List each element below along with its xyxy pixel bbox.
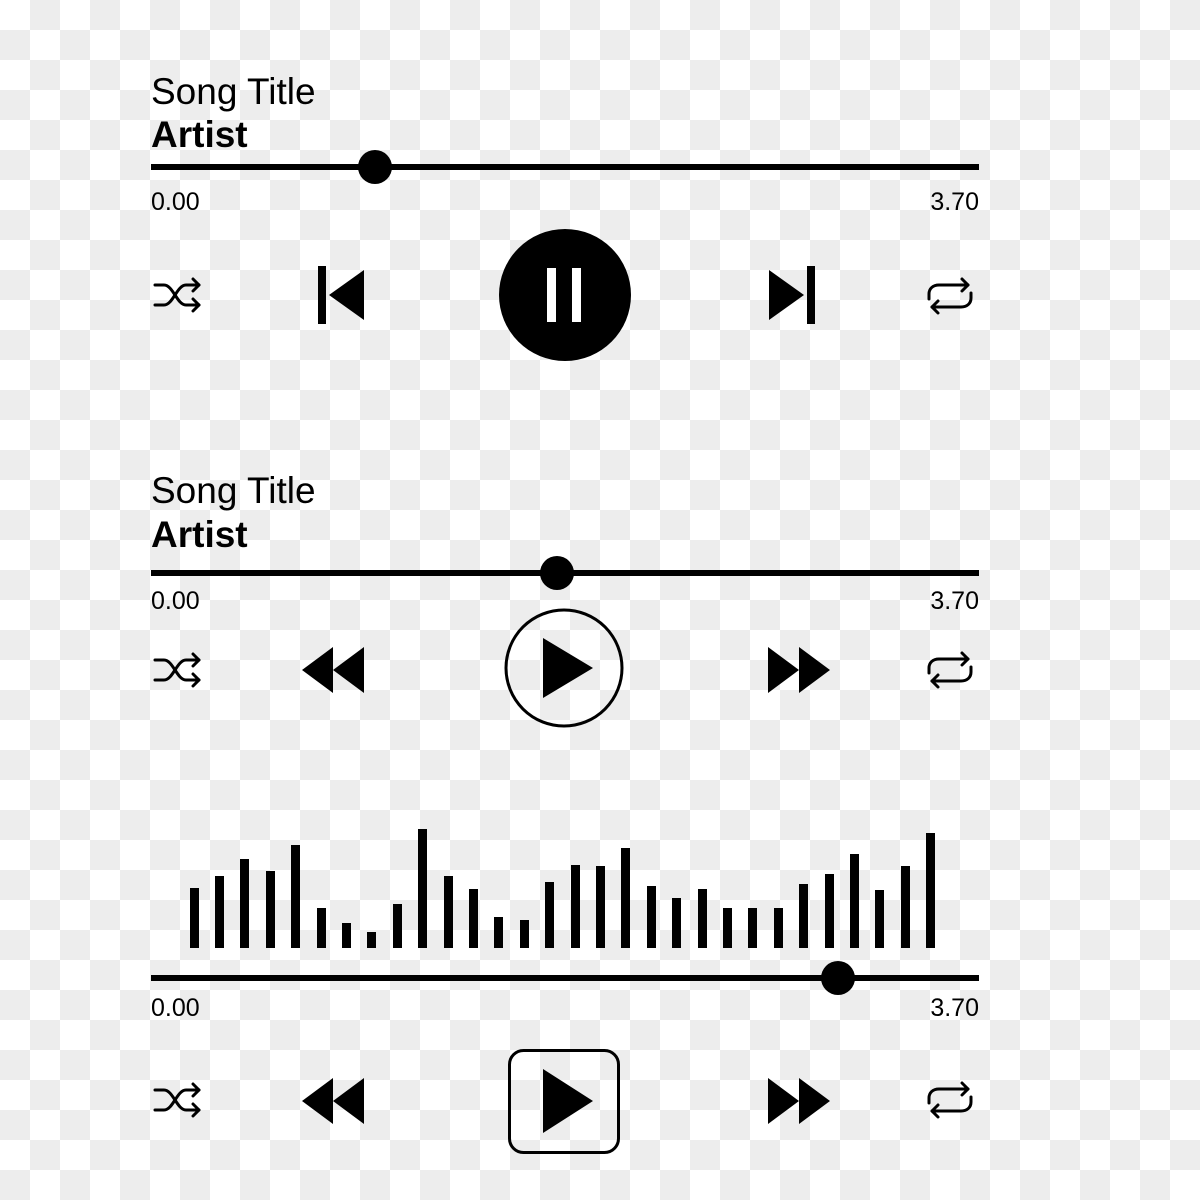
waveform-bar <box>799 884 809 948</box>
current-time: 0.00 <box>151 994 200 1022</box>
waveform-bar <box>773 908 783 948</box>
song-title: Song Title <box>151 470 316 511</box>
play-circle-icon <box>504 608 624 728</box>
waveform-bar <box>519 920 529 948</box>
shuffle-button[interactable] <box>153 277 203 313</box>
shuffle-icon <box>153 1082 201 1118</box>
play-square-icon <box>508 1049 620 1154</box>
pause-button[interactable] <box>499 229 631 361</box>
total-time: 3.70 <box>930 188 979 216</box>
progress-knob[interactable] <box>357 150 392 184</box>
shuffle-icon <box>153 277 201 313</box>
waveform-bar <box>621 848 631 948</box>
audio-waveform <box>185 826 945 948</box>
repeat-button[interactable] <box>925 1080 975 1120</box>
total-time: 3.70 <box>930 994 979 1022</box>
rewind-button[interactable] <box>301 1077 365 1125</box>
fast-forward-button[interactable] <box>767 1077 831 1125</box>
waveform-bar <box>240 859 250 948</box>
music-player: Song Title Artist 0.00 3.70 <box>0 60 1200 380</box>
waveform-bar <box>570 865 580 948</box>
rewind-icon <box>302 1078 364 1124</box>
song-title: Song Title <box>151 71 316 112</box>
waveform-bar <box>265 871 275 948</box>
artist-name: Artist <box>151 114 248 155</box>
artist-name: Artist <box>151 514 248 555</box>
waveform-bar <box>748 908 758 948</box>
waveform-bar <box>900 866 910 948</box>
play-button[interactable] <box>504 608 624 728</box>
progress-knob[interactable] <box>539 556 574 590</box>
shuffle-icon <box>153 652 201 688</box>
previous-button[interactable] <box>318 266 366 324</box>
waveform-bar <box>443 876 453 948</box>
waveform-bar <box>824 874 834 948</box>
skip-previous-icon <box>318 266 364 324</box>
current-time: 0.00 <box>151 587 200 615</box>
waveform-bar <box>189 888 199 948</box>
waveform-bar <box>367 932 377 948</box>
progress-knob[interactable] <box>821 961 856 995</box>
waveform-bar <box>849 854 859 948</box>
music-player: 0.00 3.70 <box>0 810 1200 1170</box>
waveform-bar <box>545 882 555 948</box>
waveform-bar <box>214 876 224 948</box>
fast-forward-icon <box>768 647 830 693</box>
fast-forward-button[interactable] <box>767 646 831 694</box>
rewind-icon <box>302 647 364 693</box>
waveform-bar <box>595 866 605 948</box>
waveform-bar <box>697 889 707 948</box>
waveform-bar <box>722 908 732 948</box>
repeat-icon <box>927 1081 973 1119</box>
pause-icon <box>499 229 631 361</box>
waveform-bar <box>875 890 885 948</box>
waveform-bar <box>316 908 326 948</box>
current-time: 0.00 <box>151 188 200 216</box>
repeat-button[interactable] <box>925 276 975 316</box>
waveform-bar <box>418 829 428 948</box>
progress-track[interactable] <box>151 164 979 170</box>
repeat-icon <box>927 651 973 689</box>
skip-next-icon <box>769 266 815 324</box>
play-button[interactable] <box>508 1049 620 1154</box>
waveform-bar <box>926 833 936 948</box>
shuffle-button[interactable] <box>153 1082 203 1118</box>
fast-forward-icon <box>768 1078 830 1124</box>
waveform-bar <box>468 889 478 948</box>
music-player: Song Title Artist 0.00 3.70 <box>0 460 1200 750</box>
waveform-bar <box>646 886 656 948</box>
waveform-bar <box>341 923 351 948</box>
repeat-button[interactable] <box>925 650 975 690</box>
waveform-bar <box>672 898 682 948</box>
waveform-bar <box>392 904 402 948</box>
total-time: 3.70 <box>930 587 979 615</box>
waveform-bar <box>291 845 301 948</box>
waveform-bar <box>494 917 504 948</box>
repeat-icon <box>927 277 973 315</box>
rewind-button[interactable] <box>301 646 365 694</box>
shuffle-button[interactable] <box>153 652 203 688</box>
next-button[interactable] <box>767 266 815 324</box>
